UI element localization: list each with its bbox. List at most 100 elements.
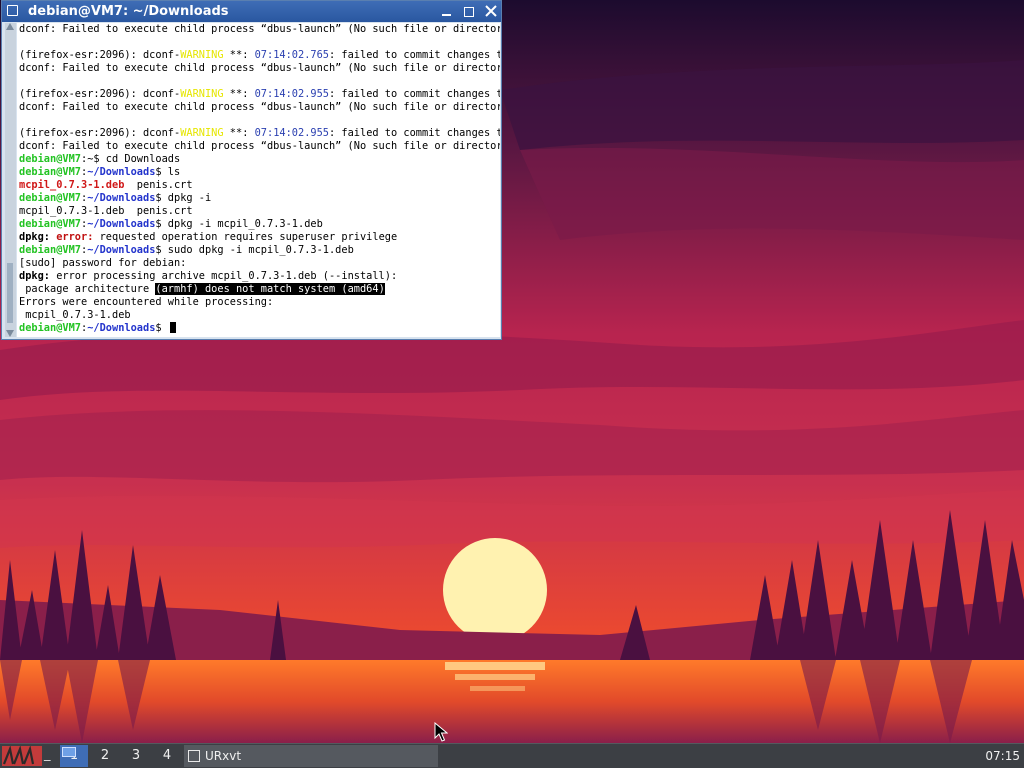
terminal-text: debian@VM7 [19, 166, 81, 178]
terminal-text: package architecture [19, 283, 156, 295]
terminal-text: debian@VM7 [19, 153, 81, 165]
window-icon [188, 750, 200, 762]
terminal-text: $ dpkg -i mcpil_0.7.3-1.deb [155, 218, 323, 230]
terminal-text: [sudo] password for debian: [19, 257, 187, 269]
app-menu-button[interactable] [2, 745, 42, 766]
terminal-window[interactable]: debian@VM7: ~/Downloads dconf: Failed to… [1, 0, 502, 340]
window-titlebar[interactable]: debian@VM7: ~/Downloads [2, 1, 501, 22]
terminal-line: mcpil_0.7.3-1.deb penis.crt [19, 179, 500, 192]
terminal-line: dconf: Failed to execute child process “… [19, 101, 500, 114]
terminal-text: debian@VM7 [19, 244, 81, 256]
terminal-line: debian@VM7:~/Downloads$ dpkg -i mcpil_0.… [19, 218, 500, 231]
terminal-text: Errors were encountered while processing… [19, 296, 274, 308]
terminal-line: debian@VM7:~/Downloads$ dpkg -i [19, 192, 500, 205]
app-menu-logo-icon [2, 745, 42, 766]
terminal-text: penis.crt [124, 179, 193, 191]
terminal-line: dpkg: error: requested operation require… [19, 231, 500, 244]
terminal-text: **: [223, 49, 255, 61]
maximize-button[interactable] [460, 3, 478, 20]
workspace-4-button[interactable]: 4 [153, 745, 181, 767]
workspace-2-button[interactable]: 2 [91, 745, 119, 767]
terminal-text: WARNING [180, 127, 224, 139]
scroll-thumb[interactable] [7, 263, 13, 323]
minimize-button[interactable] [438, 3, 456, 20]
terminal-text: debian@VM7 [19, 192, 81, 204]
close-button[interactable] [482, 3, 500, 20]
terminal-line: dconf: Failed to execute child process “… [19, 140, 500, 153]
terminal-line: [sudo] password for debian: [19, 257, 500, 270]
terminal-text: (firefox-esr:2096): dconf- [19, 88, 181, 100]
terminal-line: dpkg: error processing archive mcpil_0.7… [19, 270, 500, 283]
terminal-line: (firefox-esr:2096): dconf-WARNING **: 07… [19, 88, 500, 101]
terminal-line: debian@VM7:~/Downloads$ sudo dpkg -i mcp… [19, 244, 500, 257]
terminal-text: 07:14:02.955 [254, 127, 329, 139]
close-icon [485, 5, 497, 17]
terminal-text: (armhf) does not match system (amd64) [155, 283, 385, 295]
terminal-text: $ dpkg -i [155, 192, 212, 204]
terminal-text: mcpil_0.7.3-1.deb [19, 309, 131, 321]
terminal-scrollbar[interactable] [5, 23, 16, 337]
terminal-text: error processing archive mcpil_0.7.3-1.d… [50, 270, 398, 282]
terminal-text: ~/Downloads [87, 192, 156, 204]
scroll-down-arrow-icon[interactable] [6, 330, 14, 337]
terminal-text: $ [155, 322, 168, 334]
workspace-window-thumbnail-icon [62, 747, 76, 757]
terminal-text: dconf: Failed to execute child process “… [19, 101, 500, 113]
terminal-text: WARNING [180, 88, 224, 100]
terminal-cursor [169, 322, 176, 333]
show-desktop-button[interactable]: _ [44, 748, 58, 764]
terminal-text: ~/Downloads [87, 218, 156, 230]
window-title: debian@VM7: ~/Downloads [28, 4, 229, 19]
terminal-text: 07:14:02.765 [254, 49, 329, 61]
terminal-line: (firefox-esr:2096): dconf-WARNING **: 07… [19, 127, 500, 140]
terminal-text: WARNING [180, 49, 224, 61]
terminal-text: $ ls [155, 166, 181, 178]
terminal-line: dconf: Failed to execute child process “… [19, 62, 500, 75]
terminal-line: debian@VM7:~/Downloads$ ls [19, 166, 500, 179]
terminal-text: ~/Downloads [87, 322, 156, 334]
terminal-text: debian@VM7 [19, 218, 81, 230]
terminal-line: mcpil_0.7.3-1.deb [19, 309, 500, 322]
terminal-text: **: [223, 127, 255, 139]
minimize-icon [442, 14, 451, 16]
terminal-line: Errors were encountered while processing… [19, 296, 500, 309]
terminal-text: ~/Downloads [87, 166, 156, 178]
workspace-1-button[interactable]: 1 [60, 745, 88, 767]
scroll-up-arrow-icon[interactable] [6, 23, 14, 30]
maximize-icon [464, 7, 474, 17]
terminal-line: dconf: Failed to execute child process “… [19, 23, 500, 36]
terminal-line: package architecture (armhf) does not ma… [19, 283, 500, 296]
terminal-line: debian@VM7:~$ cd Downloads [19, 153, 500, 166]
mouse-pointer-icon [434, 722, 448, 742]
terminal-lines: dconf: Failed to execute child process “… [19, 23, 500, 335]
terminal-text: dpkg: [19, 270, 50, 282]
terminal-text: dconf: Failed to execute child process “… [19, 62, 500, 74]
terminal-output[interactable]: dconf: Failed to execute child process “… [17, 23, 500, 337]
terminal-text: requested operation requires superuser p… [93, 231, 398, 243]
terminal-line: mcpil_0.7.3-1.deb penis.crt [19, 205, 500, 218]
workspace-3-button[interactable]: 3 [122, 745, 150, 767]
terminal-text: mcpil_0.7.3-1.deb penis.crt [19, 205, 193, 217]
taskbar-item-label: URxvt [205, 749, 242, 763]
terminal-text: :~$ cd Downloads [81, 153, 181, 165]
terminal-text: (firefox-esr:2096): dconf- [19, 127, 181, 139]
window-menu-icon[interactable] [7, 5, 18, 16]
terminal-text: dconf: Failed to execute child process “… [19, 23, 500, 35]
taskbar: _ 1 2 3 4 URxvt 07:15 [0, 743, 1024, 768]
terminal-text: error: [56, 231, 94, 243]
terminal-text: dconf: Failed to execute child process “… [19, 140, 500, 152]
terminal-text: : failed to commit changes to [329, 49, 500, 61]
terminal-text: $ sudo dpkg -i mcpil_0.7.3-1.deb [155, 244, 354, 256]
clock[interactable]: 07:15 [985, 744, 1020, 768]
terminal-text: : failed to commit changes to [329, 88, 500, 100]
terminal-text: 07:14:02.955 [254, 88, 329, 100]
taskbar-item-urxvt[interactable]: URxvt [184, 745, 438, 767]
terminal-line: debian@VM7:~/Downloads$ [19, 322, 500, 335]
terminal-text: debian@VM7 [19, 322, 81, 334]
terminal-text: mcpil_0.7.3-1.deb [19, 179, 125, 191]
terminal-text: : failed to commit changes to [329, 127, 500, 139]
terminal-text: ~/Downloads [87, 244, 156, 256]
